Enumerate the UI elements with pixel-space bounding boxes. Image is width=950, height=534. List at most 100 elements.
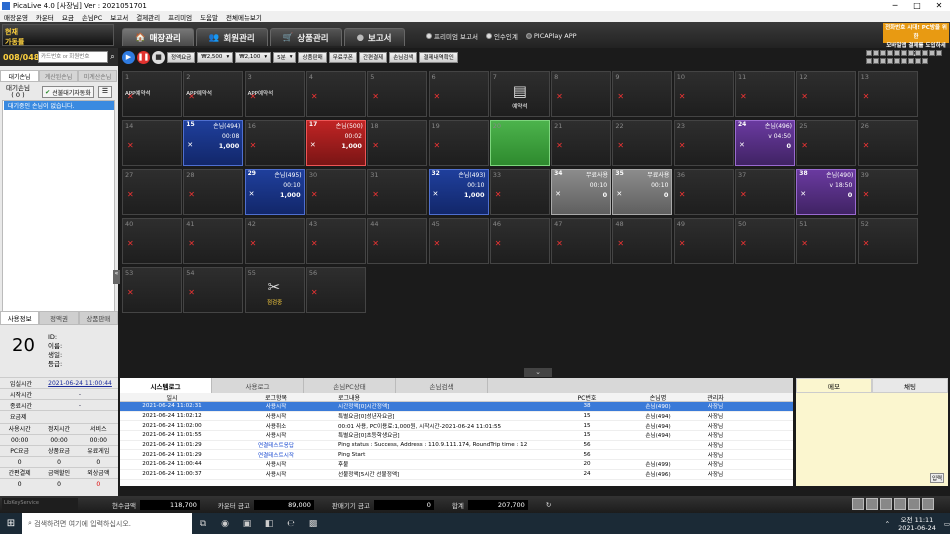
close-icon[interactable]: ✕ — [801, 141, 808, 150]
seat-21[interactable]: 21 ✕ — [551, 120, 612, 166]
close-icon[interactable]: ✕ — [250, 141, 257, 150]
minimize-icon[interactable]: ─ — [884, 1, 906, 10]
toolbar-button[interactable]: 무료쿠폰 — [328, 51, 357, 63]
close-icon[interactable]: ✕ — [555, 190, 561, 198]
mini-seat-icon[interactable] — [873, 57, 879, 64]
toolbar-button[interactable]: 정액요금 — [167, 51, 196, 63]
close-icon[interactable]: ✕ — [434, 141, 441, 150]
left-tab[interactable]: 미계산손님 — [78, 70, 117, 82]
stop-icon[interactable]: ■ — [152, 50, 165, 64]
close-icon[interactable]: ✕ — [434, 92, 441, 101]
close-icon[interactable]: ✕ — [127, 190, 134, 199]
seat-4[interactable]: 4 ✕ — [305, 71, 366, 117]
close-icon[interactable]: ✕ — [863, 92, 870, 101]
close-icon[interactable]: ✕ — [740, 239, 747, 248]
menu-item[interactable]: 프리미엄 — [164, 12, 196, 22]
tool-icon[interactable] — [866, 498, 878, 510]
tool-icon[interactable] — [908, 498, 920, 510]
close-icon[interactable]: ✕ — [679, 239, 686, 248]
log-row[interactable]: 2021-06-24 11:00:37 사용시작 선불정액[5시간 선불정액] 24 손… — [120, 470, 793, 480]
seat-52[interactable]: 52 ✕ — [857, 218, 918, 264]
mini-seat-icon[interactable] — [894, 50, 900, 56]
close-icon[interactable]: ✕ — [188, 190, 195, 199]
info-tab[interactable]: 정액권 — [39, 311, 79, 325]
seat-17[interactable]: 17 손님(500) 00:02 1,000 ✕ — [305, 120, 366, 166]
task-view-icon[interactable]: ⧉ — [192, 519, 214, 529]
seat-46[interactable]: 46 ✕ — [489, 218, 550, 264]
seat-48[interactable]: 48 ✕ — [612, 218, 673, 264]
seat-13[interactable]: 13 ✕ — [857, 71, 918, 117]
close-icon[interactable]: ✕ — [188, 239, 195, 248]
close-icon[interactable]: ✕ — [863, 190, 870, 199]
seat-50[interactable]: 50 ✕ — [735, 218, 795, 264]
seat-54[interactable]: 54 ✕ — [183, 267, 244, 313]
seat-45[interactable]: 45 ✕ — [428, 218, 489, 264]
seat-12[interactable]: 12 ✕ — [796, 71, 857, 117]
tab-3[interactable]: ● 보고서 — [343, 28, 405, 46]
mini-seat-icon[interactable] — [887, 57, 893, 64]
close-icon[interactable]: ✕ — [556, 141, 563, 150]
seat-24[interactable]: 24 손님(496) v 04:50 0 ✕ — [735, 120, 795, 166]
close-icon[interactable]: ✕ — [127, 141, 134, 150]
refresh-icon[interactable]: ↻ — [546, 501, 551, 509]
mini-seat-icon[interactable] — [908, 50, 914, 56]
radio-option[interactable]: 프리미엄 보고서 — [426, 31, 478, 41]
toolbar-button[interactable]: 간편결제 — [358, 51, 388, 63]
seat-7[interactable]: 7 ▤ 예약석 — [489, 71, 550, 117]
log-row[interactable]: 2021-06-24 11:02:00 사용취소 00:01 사용, PC이용료:1… — [120, 421, 793, 432]
log-row[interactable]: 2021-06-24 11:00:44 사용시작 후불 20 손님(499) 사장님 — [120, 460, 793, 470]
close-icon[interactable]: ✕ — [617, 92, 624, 101]
menu-item[interactable]: 손님PC — [78, 12, 106, 22]
mini-seat-icon[interactable] — [922, 57, 928, 64]
mini-seat-icon[interactable] — [901, 50, 907, 56]
menu-item[interactable]: 요금 — [58, 12, 78, 22]
radio-option[interactable]: 인수인계 — [485, 31, 518, 41]
mini-seat-icon[interactable] — [866, 57, 872, 64]
promo-banner[interactable]: 전화번호 시대! PC방을 위한 모바일앱 결제를 도입하세요! — [883, 23, 949, 58]
close-icon[interactable]: ✕ — [928, 1, 950, 10]
mini-seat-icon[interactable] — [922, 50, 928, 56]
seat-30[interactable]: 30 ✕ — [305, 169, 366, 215]
close-icon[interactable]: ✕ — [433, 190, 439, 198]
seat-15[interactable]: 15 손님(494) 00:08 1,000 ✕ — [183, 120, 244, 166]
seat-41[interactable]: 41 ✕ — [183, 218, 244, 264]
seat-27[interactable]: 27 ✕ — [122, 169, 182, 215]
toolbar-button[interactable]: ₩2,500 — [197, 51, 234, 63]
collapse-panel-button[interactable]: « — [113, 270, 120, 284]
log-tab[interactable]: 사용로그 — [212, 378, 304, 393]
info-tab[interactable]: 사용정보 — [0, 311, 40, 325]
seat-18[interactable]: 18 ✕ — [367, 120, 428, 166]
seat-11[interactable]: 11 ✕ — [735, 71, 795, 117]
left-tab[interactable]: 계산된손님 — [39, 70, 78, 82]
close-icon[interactable]: ✕ — [495, 190, 502, 199]
notification-icon[interactable]: ▭ — [944, 520, 950, 528]
play-icon[interactable]: ▶ — [122, 50, 135, 64]
search-icon[interactable]: ⌕ — [108, 52, 117, 62]
seat-9[interactable]: 9 ✕ — [612, 71, 673, 117]
seat-5[interactable]: 5 ✕ — [367, 71, 428, 117]
menu-item[interactable]: 보고서 — [106, 12, 132, 22]
close-icon[interactable]: ✕ — [372, 239, 379, 248]
close-icon[interactable]: ✕ — [249, 190, 255, 198]
seat-14[interactable]: 14 ✕ — [122, 120, 182, 166]
close-icon[interactable]: ✕ — [616, 190, 622, 198]
seat-29[interactable]: 29 손님(495) 00:10 1,000 ✕ — [244, 169, 305, 215]
toolbar-button[interactable]: ₩2,100 — [235, 51, 272, 63]
seat-35[interactable]: 35 무료사용 00:10 0 ✕ — [612, 169, 673, 215]
tool-icon[interactable] — [922, 498, 934, 510]
mini-seat-icon[interactable] — [873, 50, 879, 56]
card-search-input[interactable] — [38, 51, 108, 63]
seat-44[interactable]: 44 ✕ — [367, 218, 428, 264]
seat-36[interactable]: 36 ✕ — [673, 169, 734, 215]
close-icon[interactable]: ✕ — [679, 190, 686, 199]
log-row[interactable]: 2021-06-24 11:01:55 사용시작 특별요금[0]초등학생요금] 15 손… — [120, 431, 793, 441]
tab-1[interactable]: 👥 회원관리 — [195, 28, 268, 46]
close-icon[interactable]: ✕ — [800, 190, 806, 198]
seat-43[interactable]: 43 ✕ — [305, 218, 366, 264]
close-icon[interactable]: ✕ — [679, 141, 686, 150]
toolbar-button[interactable]: 결제내역확인 — [419, 51, 458, 63]
mini-seat-icon[interactable] — [915, 57, 921, 64]
close-icon[interactable]: ✕ — [187, 141, 193, 149]
seat-53[interactable]: 53 ✕ — [122, 267, 182, 313]
toolbar-button[interactable]: 5분 — [273, 51, 297, 63]
